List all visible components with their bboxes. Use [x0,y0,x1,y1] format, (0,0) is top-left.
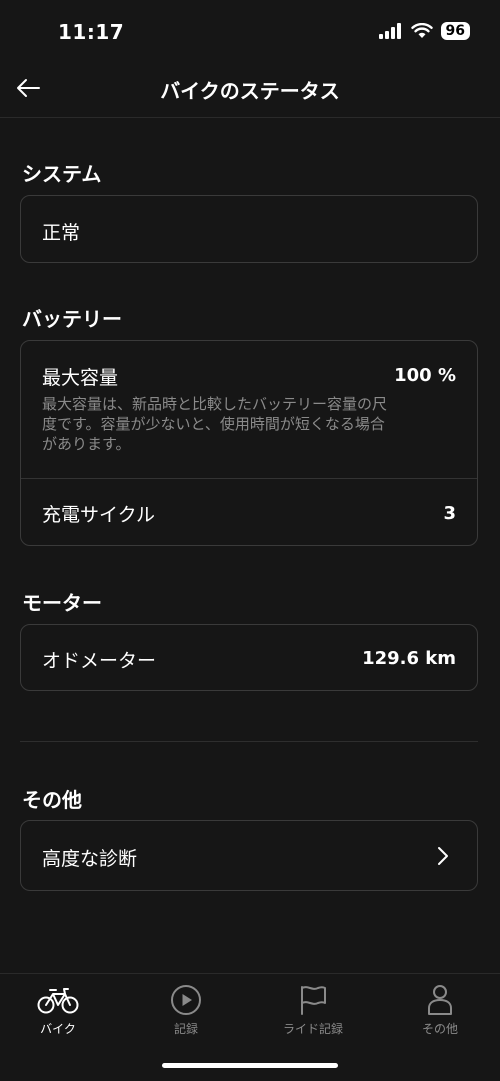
tab-label: その他 [421,1022,458,1036]
max-capacity-description: 最大容量は、新品時と比較したバッテリー容量の尺 度です。容量が少ないと、使用時間… [42,394,460,454]
advanced-diagnostics-row[interactable]: 高度な診断 [20,820,478,891]
nav-bar: バイクのステータス [0,62,500,118]
wifi-icon [410,23,433,38]
battery-card: 最大容量 100 % 最大容量は、新品時と比較したバッテリー容量の尺 度です。容… [20,340,478,546]
battery-level: 96 [440,22,470,40]
play-circle-icon [171,985,201,1015]
flag-icon [301,986,326,1015]
system-card: 正常 [20,195,478,263]
tab-label: バイク [40,1022,76,1036]
person-icon [428,985,452,1015]
battery-section-title: バッテリー [22,307,122,331]
motor-card: オドメーター 129.6 km [20,624,478,691]
tab-label: ライド記録 [282,1022,343,1036]
status-time: 11:17 [58,20,125,44]
status-icons: 96 [378,22,470,40]
motor-section-title: モーター [22,591,102,615]
odometer-value: 129.6 km [362,648,456,669]
tab-other[interactable]: その他 [390,982,490,1042]
tab-record[interactable]: 記録 [136,982,236,1042]
other-section-title: その他 [22,788,82,812]
chevron-right-icon [438,847,448,865]
charge-cycles-label: 充電サイクル [42,504,156,526]
tab-ride-log[interactable]: ライド記録 [263,982,363,1042]
home-indicator [162,1063,338,1068]
charge-cycles-value: 3 [443,503,456,524]
row-divider [21,478,477,479]
max-capacity-value: 100 % [394,365,456,386]
status-bar: 11:17 96 [0,0,500,62]
section-separator [20,741,478,742]
system-section-title: システム [22,162,102,186]
page-title: バイクのステータス [160,79,340,103]
tab-bike[interactable]: バイク [8,982,108,1042]
max-capacity-label: 最大容量 [42,367,119,389]
tab-label: 記録 [173,1022,198,1036]
cellular-signal-icon [378,23,401,39]
max-capacity-description-line: があります。 [42,435,131,453]
advanced-diagnostics-label: 高度な診断 [42,848,138,870]
odometer-label: オドメーター [42,650,157,672]
max-capacity-description-line: 最大容量は、新品時と比較したバッテリー容量の尺 [42,395,388,413]
system-status-value: 正常 [42,222,81,244]
bike-icon [37,988,79,1014]
max-capacity-description-line: 度です。容量が少ないと、使用時間が短くなる場合 [42,415,385,433]
